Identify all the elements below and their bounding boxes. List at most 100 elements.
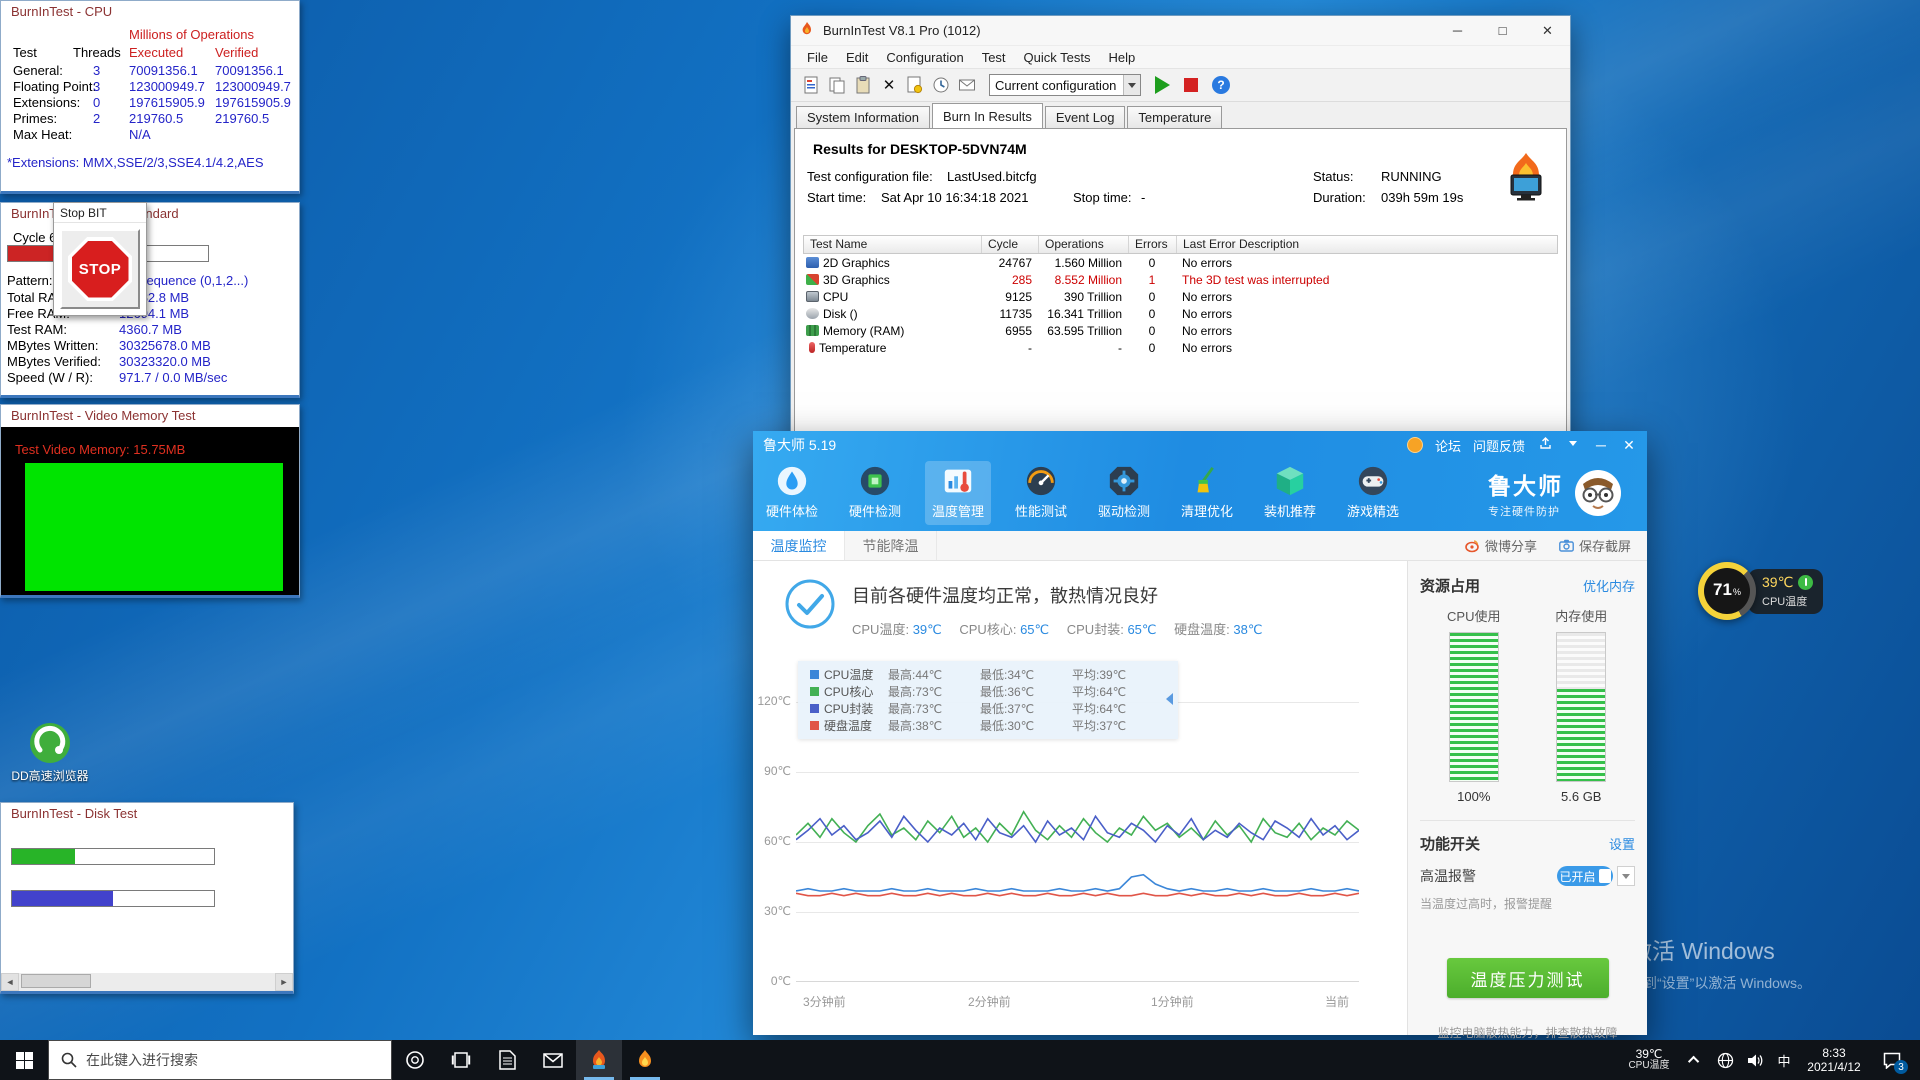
col-errors[interactable]: Errors — [1129, 236, 1177, 253]
disk-horizontal-scrollbar[interactable]: ◄ ► — [1, 973, 293, 991]
network-icon[interactable] — [1710, 1040, 1740, 1080]
nav-performance-test[interactable]: 性能测试 — [1008, 461, 1074, 525]
subtab-temperature-monitor[interactable]: 温度监控 — [753, 531, 845, 560]
close-button[interactable]: ✕ — [1525, 16, 1570, 45]
help-button[interactable]: ? — [1212, 76, 1230, 94]
close-icon[interactable]: ✕ — [1621, 437, 1637, 454]
start-tests-button[interactable] — [1155, 76, 1170, 94]
master-lu-temp-taskbar-button[interactable] — [622, 1040, 668, 1080]
subtab-energy-cooling[interactable]: 节能降温 — [845, 531, 937, 560]
burnintest-taskbar-button[interactable] — [576, 1040, 622, 1080]
task-view-button[interactable] — [438, 1040, 484, 1080]
temperature-chart — [795, 702, 1360, 982]
taskbar-search[interactable]: 在此键入进行搜索 — [48, 1040, 392, 1080]
volume-icon[interactable] — [1740, 1040, 1770, 1080]
save-screenshot-link[interactable]: 保存截屏 — [1559, 536, 1631, 555]
start-button[interactable] — [0, 1040, 48, 1080]
share-icon[interactable] — [1537, 437, 1553, 453]
legend-row-disk-temp: 硬盘温度 最高:38℃ 最低:30℃ 平均:37℃ — [810, 717, 1178, 734]
stop-tests-button[interactable] — [1184, 78, 1198, 92]
scroll-left-arrow[interactable]: ◄ — [1, 973, 19, 991]
cortana-button[interactable] — [392, 1040, 438, 1080]
table-row-3d-graphics[interactable]: 3D Graphics 285 8.552 Million 1 The 3D t… — [803, 271, 1558, 288]
burnintest-taskbar-icon — [593, 1050, 605, 1069]
nav-build-recommend[interactable]: 装机推荐 — [1257, 461, 1323, 525]
feedback-link[interactable]: 问题反馈 — [1473, 436, 1525, 455]
alarm-options-dropdown[interactable] — [1617, 866, 1635, 886]
desktop-icon-dd-browser[interactable]: DD高速浏览器 — [10, 720, 90, 783]
report-icon[interactable] — [799, 73, 823, 97]
table-row-cpu[interactable]: CPU 9125 390 Trillion 0 No errors — [803, 288, 1558, 305]
table-row-2d-graphics[interactable]: 2D Graphics 24767 1.560 Million 0 No err… — [803, 254, 1558, 271]
high-temp-alarm-toggle[interactable]: 已开启 — [1557, 866, 1635, 886]
tab-system-information[interactable]: System Information — [796, 106, 930, 128]
col-cycle[interactable]: Cycle — [982, 236, 1039, 253]
settings-link[interactable]: 设置 — [1609, 834, 1635, 853]
menu-file[interactable]: File — [798, 50, 837, 65]
mail-app-button[interactable] — [530, 1040, 576, 1080]
nav-driver-detect[interactable]: 驱动检测 — [1091, 461, 1157, 525]
legend-swatch — [810, 670, 819, 679]
paste-icon[interactable] — [851, 73, 875, 97]
chart-legend: CPU温度 最高:44℃ 最低:34℃ 平均:39℃ CPU核心 最高:73℃ 最低:… — [798, 661, 1178, 739]
master-lu-titlebar[interactable]: 鲁大师 5.19 论坛 问题反馈 ─ ✕ — [753, 431, 1647, 459]
minimize-button[interactable]: ─ — [1435, 16, 1480, 45]
temperature-stress-test-button[interactable]: 温度压力测试 — [1446, 958, 1609, 998]
tab-temperature[interactable]: Temperature — [1127, 106, 1223, 128]
history-icon[interactable] — [929, 73, 953, 97]
x-axis-label: 2分钟前 — [968, 995, 1011, 1009]
nav-hardware-detect[interactable]: 硬件检测 — [842, 461, 908, 525]
menu-quick-tests[interactable]: Quick Tests — [1015, 50, 1100, 65]
lu-coin-icon[interactable] — [1406, 437, 1423, 453]
weibo-share-link[interactable]: 微博分享 — [1465, 536, 1537, 555]
nav-game-selection[interactable]: 游戏精选 — [1340, 461, 1406, 525]
forum-link[interactable]: 论坛 — [1435, 436, 1461, 455]
copy-icon[interactable] — [825, 73, 849, 97]
table-row-disk[interactable]: Disk () 11735 16.341 Trillion 0 No error… — [803, 305, 1558, 322]
tab-burn-in-results[interactable]: Burn In Results — [932, 103, 1043, 128]
certificate-icon[interactable] — [903, 73, 927, 97]
results-title: Results for DESKTOP-5DVN74M — [813, 141, 1027, 157]
mail-icon[interactable] — [955, 73, 979, 97]
maximize-button[interactable]: □ — [1480, 16, 1525, 45]
nav-hardware-checkup[interactable]: 硬件体检 — [759, 461, 825, 525]
table-row-temperature[interactable]: Temperature - - 0 No errors — [803, 339, 1558, 356]
ram-window-titlebar[interactable]: BurnInTest (RAM) - Standard — [1, 203, 299, 225]
hidden-icons-chevron[interactable] — [1680, 1040, 1710, 1080]
tray-cpu-temp-widget[interactable]: 39℃ CPU温度 — [1618, 1048, 1680, 1072]
document-app-button[interactable] — [484, 1040, 530, 1080]
scrollbar-track[interactable] — [19, 973, 275, 991]
scroll-right-arrow[interactable]: ► — [275, 973, 293, 991]
col-test-name[interactable]: Test Name — [804, 236, 982, 253]
disk-window-titlebar[interactable]: BurnInTest - Disk Test — [1, 803, 293, 825]
nav-temperature-management[interactable]: 温度管理 — [925, 461, 991, 525]
col-operations[interactable]: Operations — [1039, 236, 1129, 253]
video-window-titlebar[interactable]: BurnInTest - Video Memory Test — [1, 405, 299, 427]
minimize-icon[interactable]: ─ — [1593, 437, 1609, 453]
optimize-memory-link[interactable]: 优化内存 — [1583, 576, 1635, 595]
nav-clean-optimize[interactable]: 清理优化 — [1174, 461, 1240, 525]
burnintest-titlebar[interactable]: BurnInTest V8.1 Pro (1012) ─ □ ✕ — [791, 16, 1570, 46]
skin-menu-icon[interactable] — [1565, 437, 1581, 453]
cpu-window-titlebar[interactable]: BurnInTest - CPU — [1, 1, 299, 23]
stop-bit-titlebar[interactable]: Stop BIT — [54, 203, 146, 223]
menu-test[interactable]: Test — [973, 50, 1015, 65]
menu-configuration[interactable]: Configuration — [877, 50, 972, 65]
stop-sign-icon: STOP — [68, 237, 132, 301]
ram-row-label: MBytes Written: — [7, 338, 99, 353]
menu-edit[interactable]: Edit — [837, 50, 877, 65]
delete-results-icon[interactable]: ✕ — [877, 73, 901, 97]
col-last-error[interactable]: Last Error Description — [1177, 236, 1557, 253]
legend-collapse-chevron[interactable] — [1160, 693, 1173, 705]
results-table-header[interactable]: Test Name Cycle Operations Errors Last E… — [803, 235, 1558, 254]
menu-help[interactable]: Help — [1099, 50, 1144, 65]
configuration-dropdown[interactable]: Current configuration — [989, 74, 1141, 96]
scrollbar-thumb[interactable] — [21, 974, 91, 988]
stop-bit-button[interactable]: STOP — [60, 229, 140, 309]
taskbar-clock[interactable]: 8:33 2021/4/12 — [1798, 1046, 1870, 1074]
ime-indicator[interactable]: 中 — [1770, 1051, 1798, 1070]
tab-event-log[interactable]: Event Log — [1044, 106, 1126, 128]
action-center-button[interactable]: 3 — [1870, 1040, 1914, 1080]
table-row-memory[interactable]: Memory (RAM) 6955 63.595 Trillion 0 No e… — [803, 322, 1558, 339]
cpu-gauge-widget[interactable]: 71% 39℃ CPU温度 — [1698, 562, 1824, 620]
